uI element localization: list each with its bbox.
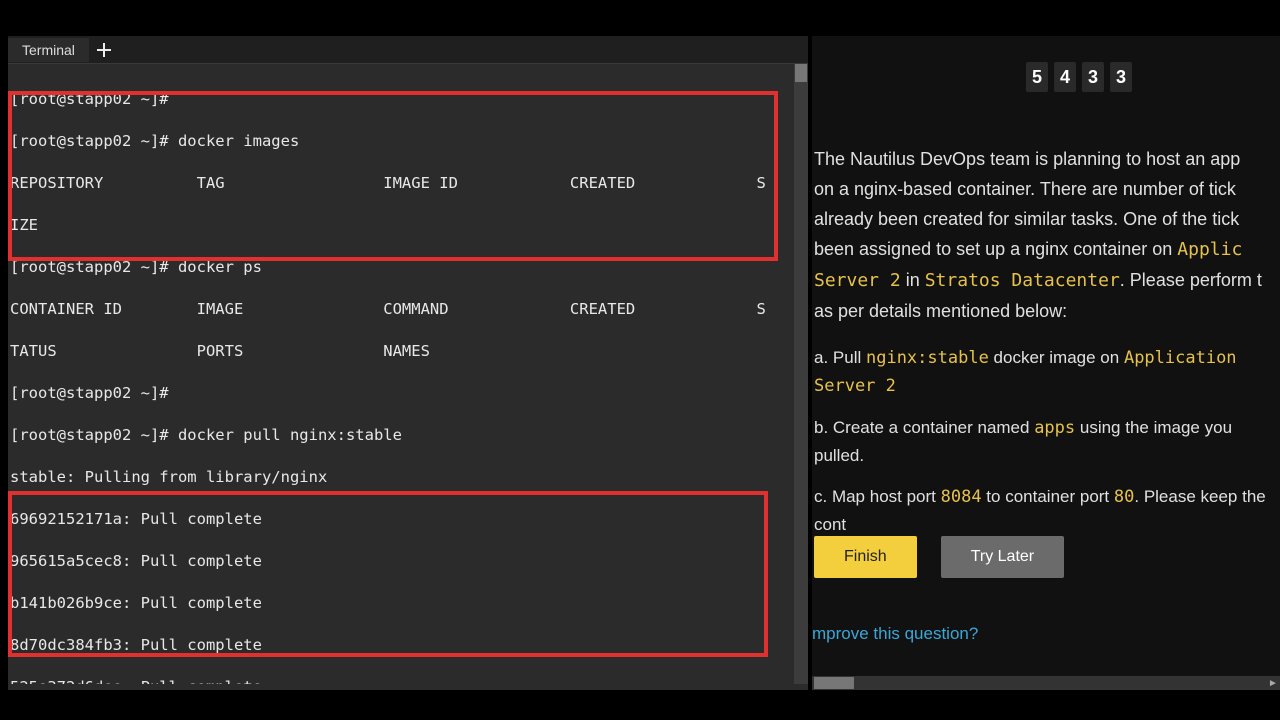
task-panel: 5 4 3 3 The Nautilus DevOps team is plan… [812,36,1280,690]
hl-server-2: Server 2 [814,270,901,291]
task-text-line: as per details mentioned below: [814,301,1067,321]
hl-container-name: apps [1034,418,1075,438]
term-line: [root@stapp02 ~]# docker ps [10,257,806,278]
term-line: TATUS PORTS NAMES [10,341,806,362]
countdown-timer: 5 4 3 3 [1026,62,1132,92]
term-line: 525e372d6dee: Pull complete [10,677,806,684]
task-text-line: on a nginx-based container. There are nu… [814,179,1236,199]
terminal-panel: Terminal [root@stapp02 ~]# [root@stapp02… [8,36,808,690]
task-text-inline: . Please perform t [1120,270,1262,290]
task-scrollbar-horizontal[interactable]: ◄ ► [812,676,1280,690]
task-text-line: been assigned to set up a nginx containe… [814,239,1177,259]
term-line: 965615a5cec8: Pull complete [10,551,806,572]
tab-add-button[interactable] [89,42,119,58]
terminal-scrollbar-vertical[interactable] [794,64,808,684]
term-line: REPOSITORY TAG IMAGE ID CREATED S [10,173,806,194]
plus-icon [96,42,112,58]
letterbox-bottom [0,690,1280,720]
step-text: c. Map host port [814,487,941,506]
terminal-tabbar: Terminal [8,36,808,64]
term-line: 69692152171a: Pull complete [10,509,806,530]
letterbox-top [0,0,1280,36]
term-line: [root@stapp02 ~]# docker pull nginx:stab… [10,425,806,446]
timer-digit: 4 [1054,62,1076,92]
task-text-line: The Nautilus DevOps team is planning to … [814,149,1240,169]
finish-button[interactable]: Finish [814,536,917,578]
hl-host-port: 8084 [941,487,982,507]
task-text-line: already been created for similar tasks. … [814,209,1239,229]
term-line: CONTAINER ID IMAGE COMMAND CREATED S [10,299,806,320]
scroll-arrow-right-icon[interactable]: ► [1266,676,1280,690]
hl-nginx-image: nginx:stable [866,348,989,368]
hl-datacenter: Stratos Datacenter [925,270,1120,291]
step-b: b. Create a container named apps using t… [814,414,1280,469]
step-text: b. Create a container named [814,418,1034,437]
task-text-inline: in [901,270,925,290]
term-line: [root@stapp02 ~]# [10,383,806,404]
hl-app-server: Applic [1177,239,1242,260]
term-line: [root@stapp02 ~]# docker images [10,131,806,152]
step-text: to container port [982,487,1114,506]
button-row: Finish Try Later [814,536,1064,578]
terminal-output[interactable]: [root@stapp02 ~]# [root@stapp02 ~]# dock… [8,64,808,684]
tab-terminal[interactable]: Terminal [8,38,89,62]
step-text: a. Pull [814,348,866,367]
step-text: docker image on [989,348,1124,367]
timer-digit: 5 [1026,62,1048,92]
term-line: 8d70dc384fb3: Pull complete [10,635,806,656]
timer-digit: 3 [1110,62,1132,92]
scrollbar-thumb[interactable] [795,64,807,82]
hl-container-port: 80 [1114,487,1134,507]
try-later-button[interactable]: Try Later [941,536,1064,578]
term-line: IZE [10,215,806,236]
term-line: stable: Pulling from library/nginx [10,467,806,488]
term-line: [root@stapp02 ~]# [10,89,806,110]
step-a: a. Pull nginx:stable docker image on App… [814,344,1280,400]
term-line: b141b026b9ce: Pull complete [10,593,806,614]
scrollbar-thumb[interactable] [814,677,854,689]
timer-digit: 3 [1082,62,1104,92]
improve-question-link[interactable]: mprove this question? [812,624,978,644]
task-description: The Nautilus DevOps team is planning to … [814,144,1280,326]
